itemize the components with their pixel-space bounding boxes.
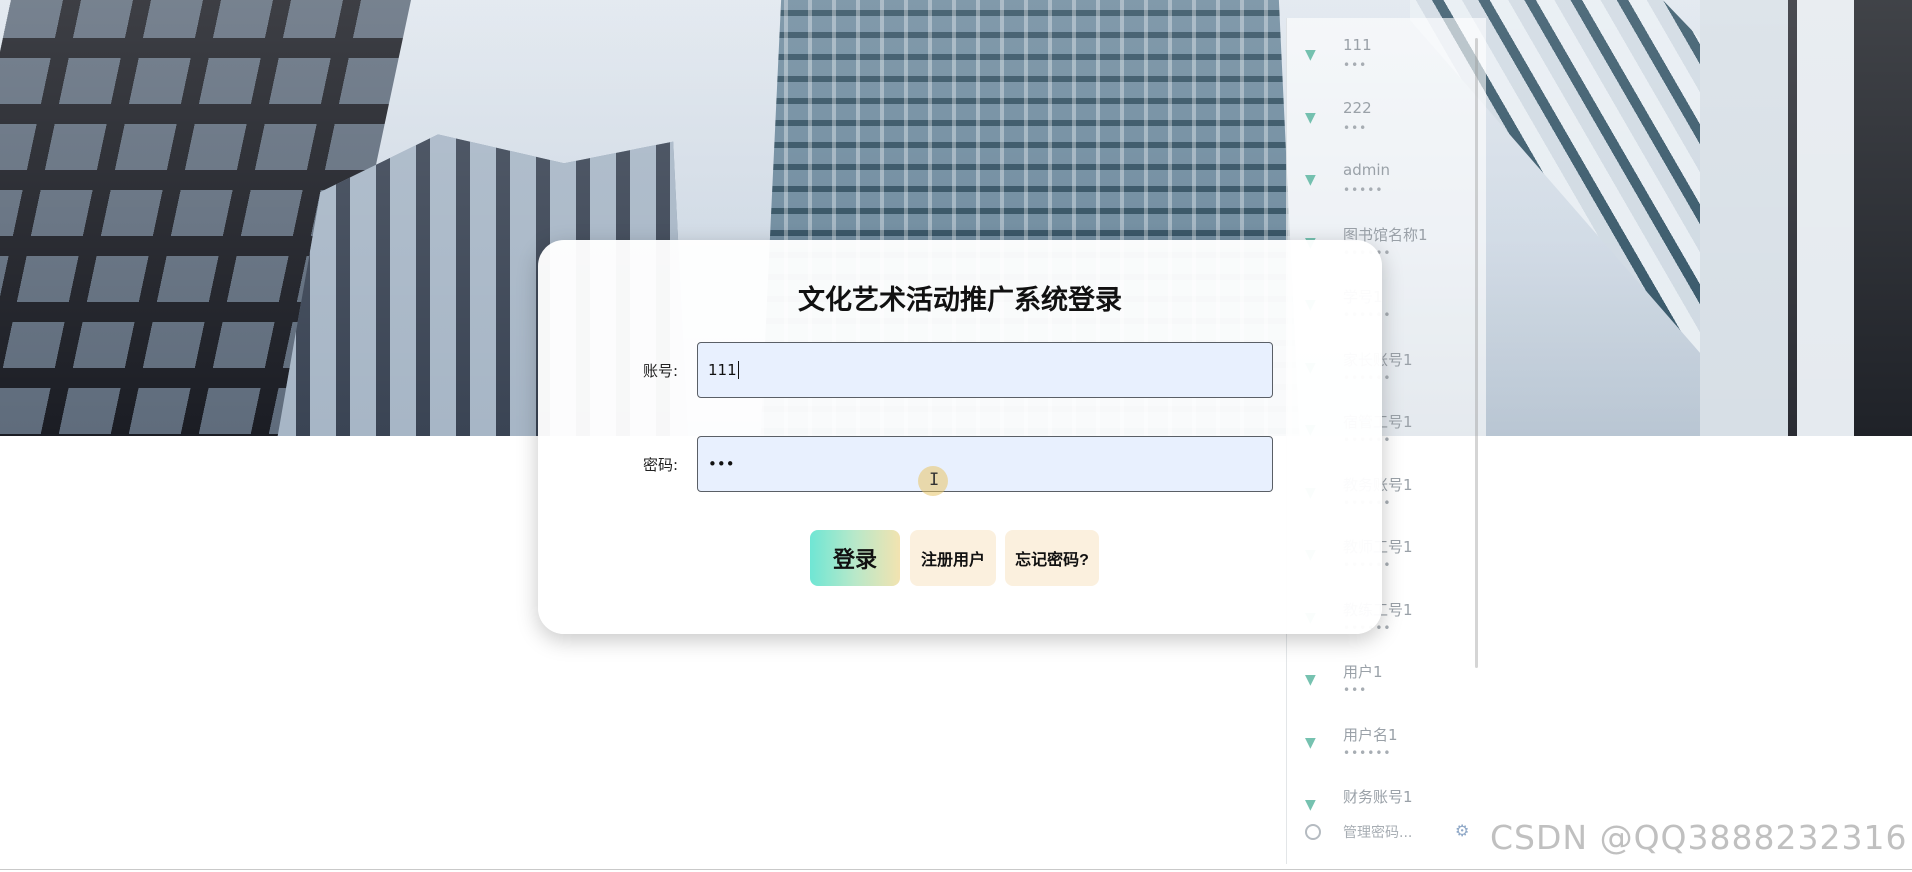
key-icon: ▼: [1305, 797, 1316, 813]
register-button[interactable]: 注册用户: [910, 530, 996, 586]
password-input[interactable]: •••: [697, 436, 1273, 492]
watermark: CSDN @QQ3888232316: [1490, 818, 1908, 857]
key-icon: ▼: [1305, 172, 1316, 188]
key-icon: ▼: [1305, 672, 1316, 688]
key-icon: ▼: [1305, 109, 1316, 126]
autofill-item-password: ••••••: [1343, 745, 1392, 760]
autofill-item-name: 用户名1: [1343, 725, 1398, 744]
login-card: 文化艺术活动推广系统登录 账号: 111 密码: ••• I 登录 注册用户 忘…: [538, 240, 1382, 634]
autofill-item-name: admin: [1343, 161, 1390, 179]
autofill-item-name: 用户1: [1343, 663, 1383, 681]
autofill-item[interactable]: ▼ 222 •••: [1305, 95, 1475, 155]
autofill-item-name: 财务账号1: [1343, 788, 1413, 806]
page-title: 文化艺术活动推广系统登录: [798, 285, 1122, 316]
key-manager-icon: [1305, 824, 1321, 840]
text-caret: [737, 361, 739, 379]
account-label: 账号:: [643, 362, 679, 380]
autofill-item-name: 111: [1343, 36, 1372, 54]
manage-passwords-label: 管理密码...: [1343, 825, 1413, 841]
text-cursor-icon: I: [929, 470, 940, 490]
autofill-item[interactable]: ▼ admin •••••: [1305, 157, 1475, 217]
autofill-item-password: •••••: [1343, 183, 1384, 197]
key-icon: ▼: [1305, 734, 1316, 751]
autofill-item-name: 222: [1343, 98, 1372, 117]
autofill-item-password: •••: [1343, 683, 1368, 697]
autofill-footer[interactable]: 管理密码... ⚙: [1305, 818, 1485, 848]
autofill-item[interactable]: ▼ 111 •••: [1305, 32, 1475, 92]
forgot-password-button[interactable]: 忘记密码?: [1005, 530, 1099, 586]
password-value: •••: [708, 455, 735, 473]
password-label: 密码:: [643, 456, 679, 474]
autofill-item[interactable]: ▼ 用户1 •••: [1305, 657, 1475, 717]
autofill-item[interactable]: ▼ 用户名1 ••••••: [1305, 720, 1475, 780]
account-value: 111: [708, 361, 737, 379]
autofill-scrollbar[interactable]: [1475, 38, 1478, 668]
bottom-divider: [0, 869, 1912, 870]
autofill-item-password: •••: [1343, 120, 1368, 135]
autofill-item-password: •••: [1343, 58, 1368, 72]
account-input[interactable]: 111: [697, 342, 1273, 398]
login-button[interactable]: 登录: [810, 530, 900, 586]
key-icon: ▼: [1305, 47, 1316, 63]
gear-icon[interactable]: ⚙: [1455, 821, 1469, 840]
